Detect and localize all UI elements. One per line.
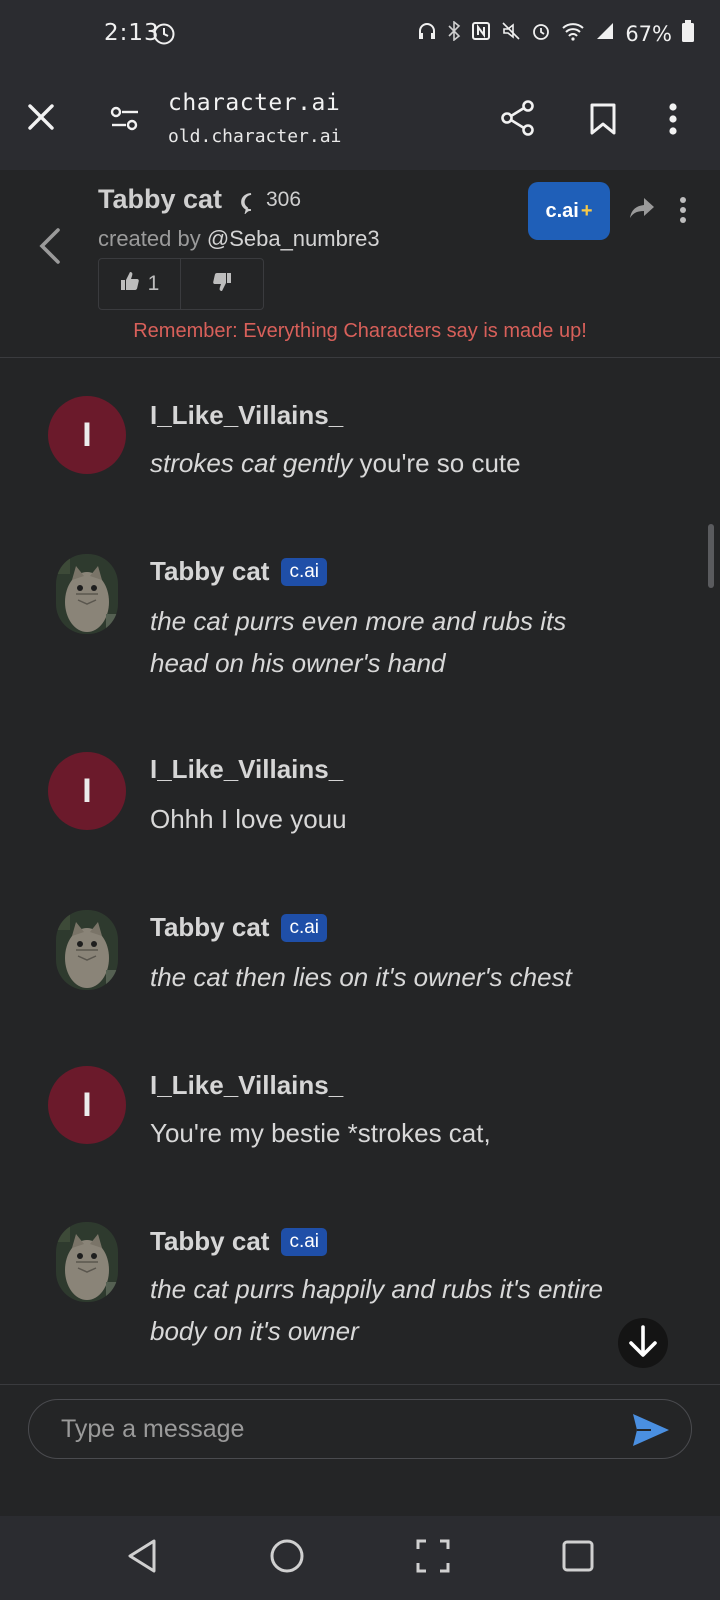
bookmark-icon[interactable] — [588, 102, 618, 140]
character-avatar[interactable] — [56, 554, 118, 634]
vote-group: 1 — [98, 258, 264, 310]
sender-name-label: Tabby cat — [150, 1226, 270, 1256]
scrollbar-thumb[interactable] — [708, 524, 714, 588]
user-avatar[interactable]: I — [48, 396, 126, 474]
browser-toolbar: character.ai old.character.ai — [0, 72, 720, 170]
cai-plus-symbol: + — [580, 199, 593, 222]
sender-name: Tabby cat c.ai — [150, 1226, 328, 1257]
status-icons: 67% — [417, 20, 694, 47]
system-nav-bar — [0, 1516, 720, 1600]
message-input[interactable] — [61, 1414, 581, 1444]
message-action-text: the cat purrs even more and rubs its hea… — [150, 606, 567, 678]
battery-level: 67% — [625, 21, 672, 46]
sender-name: I_Like_Villains_ — [150, 1070, 343, 1101]
like-button[interactable]: 1 — [99, 259, 181, 309]
cai-plus-label: c.ai — [545, 199, 579, 222]
created-by-label: created by — [98, 226, 201, 251]
signal-icon — [595, 21, 615, 46]
message-text: the cat purrs happily and rubs it's enti… — [150, 1268, 630, 1352]
nav-screenshot-icon[interactable] — [416, 1539, 450, 1577]
message-plain-text: You're my bestie *strokes cat, — [150, 1118, 491, 1148]
message-text: strokes cat gently you're so cute — [150, 442, 630, 484]
message-action-text: strokes cat gently — [150, 448, 353, 478]
creator-link[interactable]: @Seba_numbre3 — [207, 226, 380, 251]
nfc-icon — [471, 21, 491, 46]
sender-name-label: Tabby cat — [150, 912, 270, 942]
message-list[interactable]: I I_Like_Villains_ strokes cat gently yo… — [0, 358, 720, 1384]
nav-home-icon[interactable] — [269, 1538, 305, 1578]
cai-badge: c.ai — [281, 557, 328, 586]
sender-name-label: I_Like_Villains_ — [150, 754, 344, 784]
dislike-button[interactable] — [181, 259, 263, 309]
message-action-text: the cat purrs happily and rubs it's enti… — [150, 1274, 603, 1346]
close-icon[interactable] — [26, 102, 56, 136]
like-count: 1 — [147, 272, 160, 295]
sender-name: I_Like_Villains_ — [150, 754, 343, 785]
character-avatar[interactable] — [56, 910, 118, 990]
wifi-icon — [561, 21, 585, 46]
battery-icon — [682, 20, 694, 47]
disclaimer-text: Remember: Everything Characters say is m… — [133, 320, 587, 342]
mute-icon — [501, 21, 521, 46]
nav-recents-icon[interactable] — [561, 1539, 595, 1577]
cai-badge: c.ai — [281, 913, 328, 942]
message-input-wrapper — [28, 1399, 692, 1459]
thumbs-up-icon — [120, 271, 140, 297]
cai-badge: c.ai — [281, 1227, 328, 1256]
chat-count: 306 — [266, 188, 302, 211]
forward-share-icon[interactable] — [628, 196, 656, 224]
user-avatar[interactable]: I — [48, 752, 126, 830]
message-text: Ohhh I love youu — [150, 798, 630, 840]
page-url[interactable]: old.character.ai — [168, 126, 341, 147]
thumbs-down-icon — [212, 272, 232, 296]
clock-icon — [152, 22, 176, 50]
page-title: character.ai — [168, 90, 341, 116]
sender-name-label: Tabby cat — [150, 556, 270, 586]
status-bar: 2:13 67% — [0, 0, 720, 72]
sender-name: I_Like_Villains_ — [150, 400, 343, 431]
send-icon[interactable] — [631, 1412, 671, 1452]
share-icon[interactable] — [500, 100, 536, 140]
message-plain-text: you're so cute — [352, 448, 521, 478]
chat-bubble-icon — [240, 192, 262, 218]
cai-plus-button[interactable]: c.ai + — [528, 182, 610, 240]
chat-header: Tabby cat 306 created by @Seba_numbre3 1… — [0, 170, 720, 358]
message-text: You're my bestie *strokes cat, — [150, 1112, 630, 1154]
message-text: the cat then lies on it's owner's chest — [150, 956, 630, 998]
user-avatar[interactable]: I — [48, 1066, 126, 1144]
alarm-icon — [531, 21, 551, 46]
created-by: created by @Seba_numbre3 — [98, 226, 380, 252]
sender-name-label: I_Like_Villains_ — [150, 1070, 344, 1100]
chat-menu-icon[interactable] — [678, 196, 688, 228]
character-name[interactable]: Tabby cat — [98, 184, 222, 215]
site-settings-icon[interactable] — [110, 106, 140, 136]
bluetooth-icon — [447, 20, 461, 46]
scroll-to-bottom-button[interactable] — [618, 1318, 668, 1368]
arrow-down-icon — [625, 1323, 661, 1363]
message-plain-text: Ohhh I love youu — [150, 804, 347, 834]
sender-name: Tabby cat c.ai — [150, 556, 328, 587]
character-avatar[interactable] — [56, 1222, 118, 1302]
composer — [0, 1384, 720, 1516]
sender-name-label: I_Like_Villains_ — [150, 400, 344, 430]
message-text: the cat purrs even more and rubs its hea… — [150, 600, 630, 684]
message-action-text: the cat then lies on it's owner's chest — [150, 962, 572, 992]
nav-back-icon[interactable] — [126, 1538, 158, 1578]
back-chevron-icon[interactable] — [36, 226, 62, 270]
more-options-icon[interactable] — [668, 102, 678, 140]
sender-name: Tabby cat c.ai — [150, 912, 328, 943]
headphones-icon — [417, 21, 437, 46]
